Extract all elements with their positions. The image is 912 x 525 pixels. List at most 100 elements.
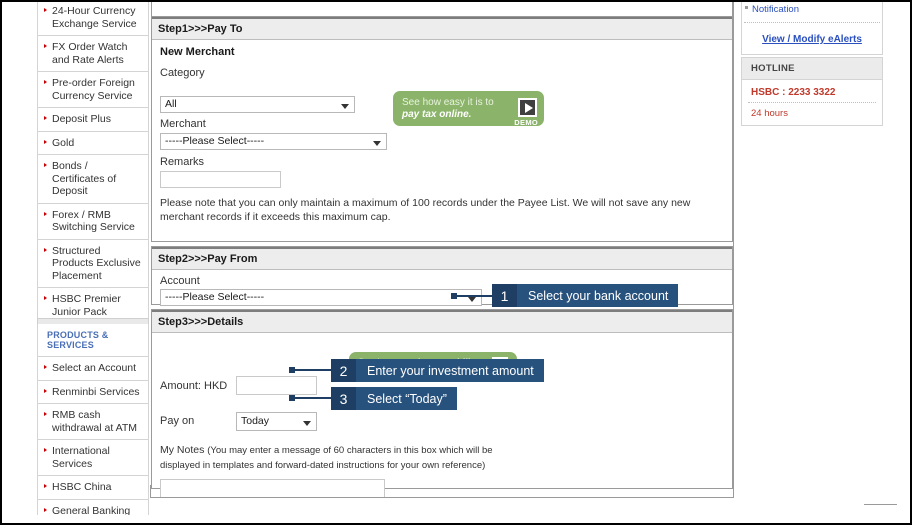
page-body: 24-Hour Currency Exchange Service FX Orde… bbox=[4, 2, 897, 515]
page-bottom-rule bbox=[150, 497, 734, 498]
main-column: Step1>>>Pay To New Merchant Category All… bbox=[151, 16, 733, 498]
callout-3-number: 3 bbox=[331, 387, 356, 410]
payee-list-note: Please note that you can only maintain a… bbox=[160, 197, 691, 223]
chevron-down-icon bbox=[373, 141, 381, 146]
arrow-bullet-icon bbox=[44, 8, 47, 12]
step2-header: Step2>>>Pay From bbox=[152, 247, 732, 270]
arrow-bullet-icon bbox=[44, 296, 47, 300]
step3-body: See how to raise your bill Amount: HKD P… bbox=[152, 333, 732, 498]
callout-2-leader bbox=[292, 369, 331, 371]
sidebar-item-label: Deposit Plus bbox=[52, 113, 111, 125]
arrow-bullet-icon bbox=[44, 211, 47, 216]
play-icon[interactable] bbox=[518, 98, 537, 117]
ealerts-row: View / Modify eAlerts bbox=[742, 23, 882, 54]
step1-body: New Merchant Category All Merchant -----… bbox=[152, 40, 732, 232]
category-label: Category bbox=[160, 67, 205, 79]
sidebar-item-label: Gold bbox=[52, 136, 75, 149]
sidebar-item-label: Renminbi Services bbox=[52, 385, 140, 398]
right-sidebar: Notification View / Modify eAlerts HOTLI… bbox=[741, 2, 883, 126]
arrow-bullet-icon bbox=[44, 139, 47, 144]
sidebar-item[interactable]: Bonds / Certificates of Deposit bbox=[37, 155, 149, 204]
sidebar-item[interactable]: International Services bbox=[37, 440, 149, 476]
remarks-input[interactable] bbox=[160, 171, 281, 188]
category-select[interactable]: All bbox=[160, 96, 355, 113]
sidebar-item-label: FX Order Watch and Rate Alerts bbox=[52, 41, 128, 66]
callout-1-leader bbox=[454, 295, 492, 297]
sidebar-item-label: Structured Products Exclusive Placement bbox=[52, 244, 141, 282]
remarks-label: Remarks bbox=[160, 156, 205, 168]
sidebar-item-label: Pre-order Foreign Currency Service bbox=[52, 77, 135, 102]
sidebar-item-label: Forex / RMB Switching Service bbox=[52, 208, 135, 234]
chevron-down-icon bbox=[468, 297, 476, 302]
main-left-rule bbox=[150, 485, 151, 497]
sidebar-item[interactable]: FX Order Watch and Rate Alerts bbox=[37, 36, 149, 72]
sidebar-item-label: International Services bbox=[52, 445, 110, 470]
arrow-bullet-icon bbox=[44, 365, 47, 369]
left-sidebar-top: 24-Hour Currency Exchange Service FX Orde… bbox=[37, 2, 149, 360]
sidebar-item[interactable]: RMB cash withdrawal at ATM bbox=[37, 404, 149, 440]
demo-banner-line2: pay tax online. bbox=[402, 109, 472, 120]
sidebar-item-label: 24-Hour Currency Exchange Service bbox=[52, 5, 137, 30]
callout-1-text: Select your bank account bbox=[517, 284, 679, 307]
callout-1: 1 Select your bank account bbox=[492, 284, 679, 307]
payon-select[interactable]: Today bbox=[236, 412, 317, 431]
notification-box: Notification View / Modify eAlerts bbox=[741, 2, 883, 55]
hotline-box: HOTLINE HSBC : 2233 3322 24 hours bbox=[741, 57, 883, 126]
category-select-value: All bbox=[165, 98, 177, 110]
payon-label: Pay on bbox=[160, 415, 195, 427]
callout-3-leader bbox=[292, 397, 331, 399]
callout-3-text: Select “Today” bbox=[356, 387, 457, 410]
demo-label: DEMO bbox=[514, 118, 538, 127]
sidebar-item[interactable]: Gold bbox=[37, 131, 149, 155]
account-select[interactable]: -----Please Select----- bbox=[160, 289, 482, 306]
callout-1-number: 1 bbox=[492, 284, 517, 307]
my-notes-hint: (You may enter a message of 60 character… bbox=[160, 445, 493, 471]
sidebar-item[interactable]: Pre-order Foreign Currency Service bbox=[37, 72, 149, 108]
sidebar-item[interactable]: Structured Products Exclusive Placement bbox=[37, 239, 149, 288]
arrow-bullet-icon bbox=[44, 388, 47, 393]
sidebar-item-label: Select an Account bbox=[52, 362, 137, 374]
sidebar-item[interactable]: Forex / RMB Switching Service bbox=[37, 203, 149, 240]
notification-link[interactable]: Notification bbox=[742, 2, 882, 19]
step1-panel: Step1>>>Pay To New Merchant Category All… bbox=[151, 16, 733, 242]
hotline-number: HSBC : 2233 3322 bbox=[751, 87, 836, 98]
demo-banner-line1: See how easy it is to bbox=[402, 97, 494, 108]
callout-2: 2 Enter your investment amount bbox=[331, 359, 544, 382]
sidebar-item-label: HSBC China bbox=[52, 481, 112, 493]
my-notes-label: My Notes (You may enter a message of 60 … bbox=[160, 443, 505, 473]
sidebar-item[interactable]: Renminbi Services bbox=[37, 380, 149, 404]
main-top-stub bbox=[151, 2, 733, 16]
page-bottom-rule-right bbox=[864, 504, 897, 505]
arrow-bullet-icon bbox=[44, 507, 47, 512]
arrow-bullet-icon bbox=[44, 116, 47, 120]
sidebar-item[interactable]: Select an Account bbox=[37, 357, 149, 381]
my-notes-title: My Notes bbox=[160, 444, 205, 456]
amount-label: Amount: HKD bbox=[160, 380, 228, 392]
hotline-hours: 24 hours bbox=[751, 108, 788, 119]
account-select-value: -----Please Select----- bbox=[165, 291, 265, 303]
arrow-bullet-icon bbox=[44, 484, 47, 488]
main-right-rule bbox=[733, 2, 734, 497]
sidebar-item[interactable]: Deposit Plus bbox=[37, 108, 149, 132]
screenshot-frame: 24-Hour Currency Exchange Service FX Orde… bbox=[0, 0, 912, 525]
arrow-bullet-icon bbox=[44, 163, 47, 167]
arrow-bullet-icon bbox=[44, 247, 47, 252]
chevron-down-icon bbox=[303, 421, 311, 426]
arrow-bullet-icon bbox=[44, 448, 47, 452]
sidebar-item-label: HSBC Premier Junior Pack bbox=[52, 293, 121, 318]
sidebar-item[interactable]: 24-Hour Currency Exchange Service bbox=[37, 2, 149, 36]
amount-input[interactable] bbox=[236, 376, 317, 395]
arrow-bullet-icon bbox=[44, 412, 47, 416]
sidebar-item[interactable]: HSBC China bbox=[37, 476, 149, 500]
sidebar-item-label: RMB cash withdrawal at ATM bbox=[52, 409, 137, 434]
left-sidebar-products: PRODUCTS & SERVICES Select an Account Ren… bbox=[37, 318, 149, 515]
new-merchant-title: New Merchant bbox=[160, 46, 235, 58]
payon-select-value: Today bbox=[241, 415, 270, 427]
my-notes-input[interactable] bbox=[160, 479, 385, 498]
view-modify-ealerts-link[interactable]: View / Modify eAlerts bbox=[762, 34, 862, 45]
sidebar-item[interactable]: General Banking Tariffs bbox=[37, 499, 149, 515]
arrow-bullet-icon bbox=[44, 80, 47, 84]
merchant-select[interactable]: -----Please Select----- bbox=[160, 133, 387, 150]
notification-label: Notification bbox=[752, 4, 799, 15]
demo-banner-pay-tax[interactable]: See how easy it is to pay tax online. DE… bbox=[393, 91, 544, 127]
